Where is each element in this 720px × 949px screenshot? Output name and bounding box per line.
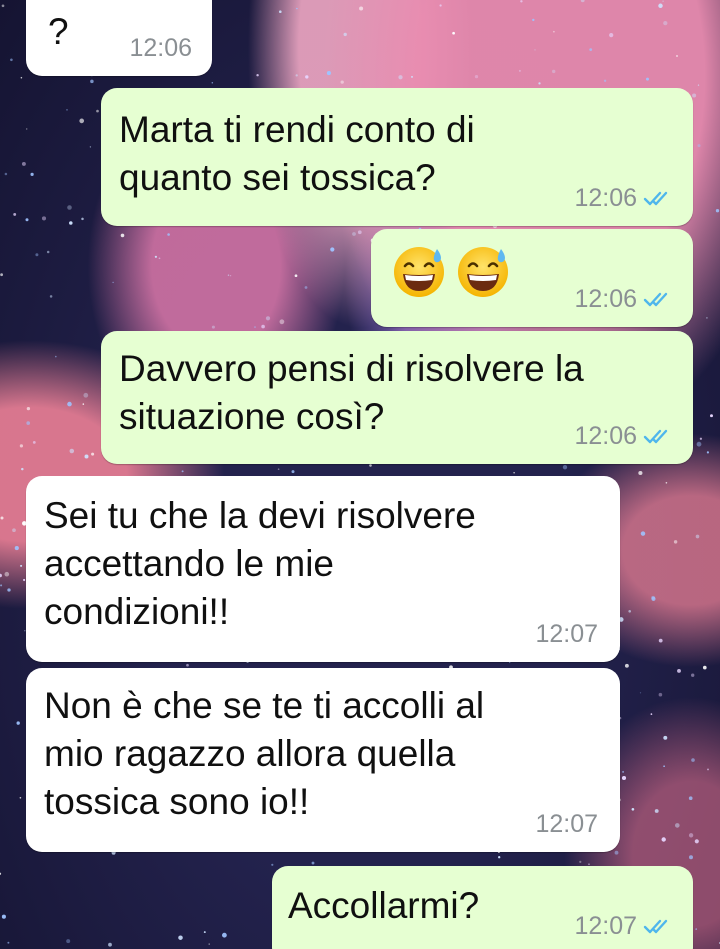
message-text: Accollarmi? (288, 885, 480, 926)
read-receipt-double-check-icon (643, 429, 668, 444)
message-text: Non è che se te ti accolli al mio ragazz… (44, 685, 485, 822)
message-text: Marta ti rendi conto di quanto sei tossi… (119, 109, 475, 198)
message-meta: 12:07 (535, 810, 598, 838)
message-meta: 12:06 (574, 184, 673, 212)
message-bubble-incoming[interactable]: Non è che se te ti accolli al mio ragazz… (26, 668, 620, 852)
read-receipt-double-check-icon (643, 292, 668, 307)
read-receipt-double-check-icon (643, 919, 668, 934)
message-bubble-outgoing[interactable]: Accollarmi? 12:07 (272, 866, 693, 949)
message-text: ? (48, 11, 69, 52)
message-text: Davvero pensi di risolvere la situazione… (119, 348, 584, 437)
message-time: 12:07 (535, 620, 598, 648)
read-receipt-double-check-icon (643, 191, 668, 206)
message-bubble-outgoing[interactable]: Davvero pensi di risolvere la situazione… (101, 331, 693, 464)
message-time: 12:07 (535, 810, 598, 838)
message-time: 12:06 (129, 34, 192, 62)
message-meta: 12:06 (574, 285, 673, 313)
message-meta: 12:07 (574, 912, 673, 940)
message-bubble-incoming[interactable]: Sei tu che la devi risolvere accettando … (26, 476, 620, 662)
message-bubble-outgoing[interactable]: 12:06 (371, 229, 693, 327)
message-meta: 12:07 (535, 620, 598, 648)
message-bubble-incoming[interactable]: ? 12:06 (26, 0, 212, 76)
message-time: 12:07 (574, 912, 637, 940)
message-time: 12:06 (574, 184, 637, 212)
message-text: Sei tu che la devi risolvere accettando … (44, 495, 476, 632)
message-time: 12:06 (574, 422, 637, 450)
message-bubble-outgoing[interactable]: Marta ti rendi conto di quanto sei tossi… (101, 88, 693, 226)
grinning-face-with-sweat-icon (458, 247, 508, 297)
message-meta: 12:06 (129, 34, 192, 62)
message-time: 12:06 (574, 285, 637, 313)
grinning-face-with-sweat-icon (394, 247, 444, 297)
message-meta: 12:06 (574, 422, 673, 450)
message-emojis (391, 243, 519, 299)
